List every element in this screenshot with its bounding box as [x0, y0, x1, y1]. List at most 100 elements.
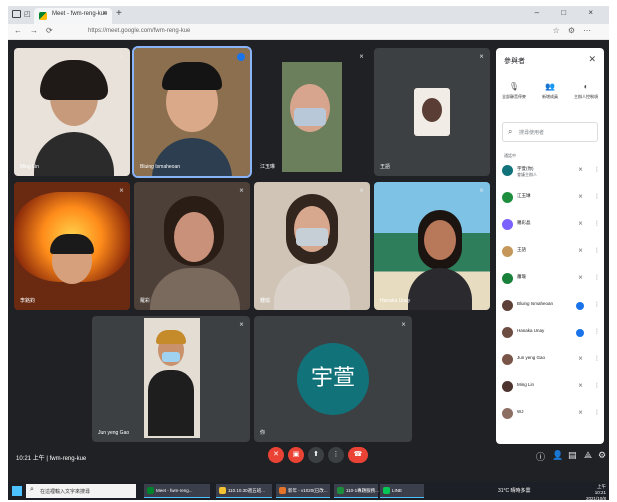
toolbar-icons[interactable]: ☆⚙⋯ [553, 26, 599, 35]
weather-status[interactable]: 31°C 晴時多雲 [498, 487, 531, 494]
host-actions: 🎙 全部靜音停麥 👥 新增成員 ◐ 主辦人控制項 [496, 82, 604, 110]
mic-off-icon[interactable]: ⨯ [578, 193, 583, 200]
activities-button[interactable]: ⟁ [584, 450, 592, 461]
person-body [408, 268, 472, 310]
camera-toggle-button[interactable]: ▣ [288, 447, 304, 463]
video-tile[interactable]: 王語 ⨯ [374, 48, 490, 176]
face-mask [294, 108, 326, 126]
meeting-time-code: 10:21 上午 | fwm-reng-kue [16, 456, 87, 462]
video-tile[interactable]: 李銘鈞 ⨯ [14, 182, 130, 310]
mic-off-icon[interactable]: ⨯ [578, 382, 583, 389]
host-controls-button[interactable]: ◐ 主辦人控制項 [568, 82, 604, 100]
video-tile[interactable]: 羅彩 ⨯ [134, 182, 250, 310]
more-vert-icon[interactable]: ⋮ [594, 328, 600, 335]
more-vert-icon[interactable]: ⋮ [594, 166, 600, 173]
app-icon [337, 487, 344, 494]
mute-all-button[interactable]: 🎙 全部靜音停麥 [496, 82, 532, 100]
tile-name: 鍾瑜 [260, 298, 271, 304]
mic-off-icon[interactable]: ⨯ [578, 409, 583, 416]
mic-off-icon: ⨯ [118, 188, 124, 194]
tab-title: Meet - fwm-reng-kue [52, 11, 108, 17]
mic-off-icon[interactable]: ⨯ [578, 274, 583, 281]
more-vert-icon[interactable]: ⋮ [594, 355, 600, 362]
close-tab-icon[interactable]: × [103, 10, 107, 17]
participant-row[interactable]: 蕭瑜 ⨯ ⋮ [496, 270, 604, 288]
url-field[interactable]: https://meet.google.com/fwm-reng-kue [88, 28, 190, 34]
people-button[interactable]: 👤 [552, 450, 563, 461]
close-panel-icon[interactable]: ✕ [588, 54, 596, 65]
meet-logo-icon [39, 12, 47, 20]
video-tile[interactable]: 鍾瑜 ⨯ [254, 182, 370, 310]
app-icon [383, 487, 390, 494]
participant-search-input[interactable]: ⌕ 搜尋使用者 [502, 122, 598, 142]
tab-meet[interactable]: Meet - fwm-reng-kue × [34, 8, 112, 24]
more-vert-icon[interactable]: ⋮ [594, 193, 600, 200]
system-clock[interactable]: 上午 10:21 2021/10/8 [586, 484, 606, 502]
app-label: 110.10.30週五班... [228, 488, 265, 493]
leave-call-button[interactable]: ☎ [348, 447, 368, 463]
more-vert-icon[interactable]: ⋮ [594, 301, 600, 308]
mic-off-icon[interactable]: ⨯ [578, 220, 583, 227]
more-vert-icon: ⋮ [332, 451, 340, 458]
participant-name: Ming Lin [517, 382, 535, 387]
participant-row[interactable]: WJ ⨯ ⋮ [496, 405, 604, 423]
taskbar-app[interactable]: 新年 - v1020(已改... [276, 484, 330, 498]
tile-name: Hanaka Unay [380, 298, 411, 304]
present-button[interactable]: ⬆ [308, 447, 324, 463]
person-body [148, 370, 194, 436]
info-button[interactable]: ⓘ [536, 450, 545, 463]
mic-off-icon[interactable]: ⨯ [578, 355, 583, 362]
taskbar-app[interactable]: Meet - fwm-reng... [144, 484, 210, 498]
more-vert-icon[interactable]: ⋮ [594, 382, 600, 389]
more-vert-icon[interactable]: ⋮ [594, 247, 600, 254]
add-people-button[interactable]: 👥 新增成員 [532, 82, 568, 100]
avatar [502, 165, 513, 176]
new-tab-button[interactable]: + [116, 8, 122, 19]
participant-row[interactable]: 羅彩晶 ⨯ ⋮ [496, 216, 604, 234]
more-options-button[interactable]: ⋮ [328, 447, 344, 463]
person-body [152, 138, 232, 176]
video-tile[interactable]: Ming Lin ⨯ [14, 48, 130, 176]
participant-row[interactable]: 江玉琳 ⨯ ⋮ [496, 189, 604, 207]
participant-row[interactable]: Jun yeng Gao ⨯ ⋮ [496, 351, 604, 369]
participant-row[interactable]: Hanaka Unay ⋮ [496, 324, 604, 342]
avatar [502, 273, 513, 284]
speaking-indicator-icon [237, 53, 245, 61]
mic-off-icon[interactable]: ⨯ [578, 166, 583, 173]
camera-off-icon: ▣ [292, 451, 300, 458]
participant-row[interactable]: 宇萱(你) 會議主辦人 ⨯ ⋮ [496, 162, 604, 180]
taskbar-search-input[interactable]: ⌕ 在這裡輸入文字來搜尋 [26, 484, 136, 498]
person-body [34, 132, 114, 176]
mic-off-icon: ⨯ [478, 188, 484, 194]
participant-row[interactable]: 王語 ⨯ ⋮ [496, 243, 604, 261]
in-call-section-label: 通話中 [504, 153, 516, 158]
avatar [502, 192, 513, 203]
taskbar-app[interactable]: LINE [380, 484, 424, 498]
more-vert-icon[interactable]: ⋮ [594, 409, 600, 416]
navigation-icons[interactable]: ←→⟳ [14, 26, 61, 35]
more-vert-icon[interactable]: ⋮ [594, 274, 600, 281]
lock-button[interactable]: ⚙ [598, 450, 606, 461]
video-tile-speaking[interactable]: Bluing Ismaheoan [132, 46, 252, 178]
video-tile[interactable]: Jun yeng Gao ⨯ [92, 316, 250, 442]
mic-toggle-button[interactable]: ✕ [268, 447, 284, 463]
participant-name: Bluing Ismaheoan [517, 301, 554, 306]
video-tile[interactable]: Hanaka Unay ⨯ [374, 182, 490, 310]
speaking-indicator-icon [576, 329, 584, 337]
address-bar: ←→⟳ https://meet.google.com/fwm-reng-kue… [8, 24, 609, 40]
video-tile[interactable]: 江玉琳 ⨯ [254, 48, 370, 176]
start-button[interactable] [12, 486, 22, 496]
more-vert-icon[interactable]: ⋮ [594, 220, 600, 227]
taskbar-app[interactable]: 110-1專題服務... [334, 484, 379, 498]
app-icon [147, 487, 154, 494]
workspace-icon[interactable]: ◰ [24, 10, 31, 18]
tab-actions-icon[interactable] [12, 10, 21, 18]
video-tile-self[interactable]: 宇萱 你 ⨯ [254, 316, 412, 442]
mic-off-icon[interactable]: ⨯ [578, 247, 583, 254]
window-controls[interactable]: – □ × [535, 8, 603, 17]
chat-button[interactable]: ▤ [568, 450, 577, 461]
taskbar-app[interactable]: 110.10.30週五班... [216, 484, 272, 498]
participant-row[interactable]: Bluing Ismaheoan ⋮ [496, 297, 604, 315]
participant-row[interactable]: Ming Lin ⨯ ⋮ [496, 378, 604, 396]
tile-name: Jun yeng Gao [98, 430, 130, 436]
